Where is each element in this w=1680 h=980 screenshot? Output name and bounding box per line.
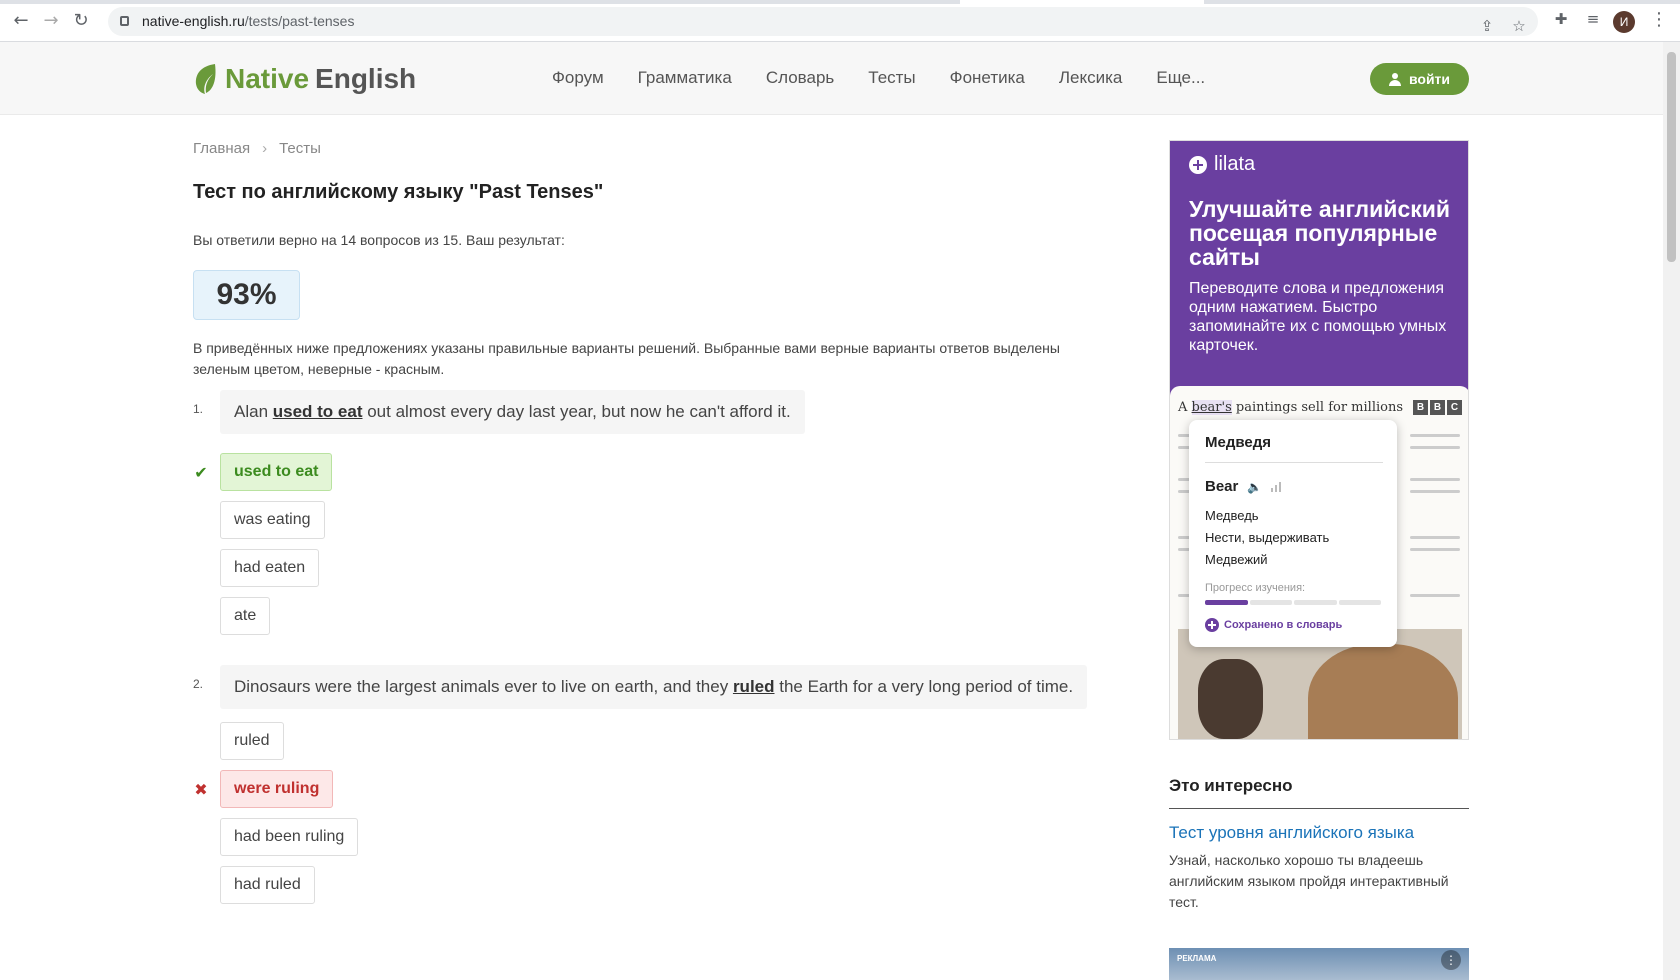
plus-circle-icon xyxy=(1205,618,1219,632)
ad-article-preview: A bear's paintings sell for millions BBC… xyxy=(1170,386,1468,739)
article-title: A bear's paintings sell for millions xyxy=(1178,400,1404,415)
question-sentence: Alan used to eat out almost every day la… xyxy=(220,390,805,434)
media-icon[interactable]: ≡ xyxy=(1582,8,1604,30)
bookmark-star-icon[interactable]: ☆ xyxy=(1508,15,1530,37)
saved-status: Сохранено в словарь xyxy=(1205,618,1342,632)
nav-vocabulary[interactable]: Лексика xyxy=(1059,68,1123,88)
progress-bar xyxy=(1205,600,1381,605)
breadcrumb-current[interactable]: Тесты xyxy=(279,140,321,157)
result-text: Вы ответили верно на 14 вопросов из 15. … xyxy=(193,232,565,248)
nav-tests[interactable]: Тесты xyxy=(868,68,915,88)
explanation-text: В приведённых ниже предложениях указаны … xyxy=(193,340,1060,377)
ad-subtext: Переводите слова и предложения одним наж… xyxy=(1189,280,1447,354)
bottom-ad[interactable]: РЕКЛАМА ⋮ xyxy=(1169,948,1469,980)
back-icon[interactable]: ← xyxy=(10,10,32,32)
bbc-logo: BBC xyxy=(1413,400,1462,415)
ad-headline: Улучшайте английский посещая популярные … xyxy=(1189,196,1451,270)
answer-option[interactable]: had eaten xyxy=(220,549,320,587)
nav-grammar[interactable]: Грамматика xyxy=(638,68,732,88)
cross-icon: ✖ xyxy=(194,780,208,799)
ad-brand: lilata xyxy=(1189,153,1255,176)
level-test-description: Узнай, насколько хорошо ты владеешь англ… xyxy=(1169,852,1449,910)
reload-icon[interactable]: ↻ xyxy=(70,10,92,32)
address-bar[interactable]: native-english.ru/tests/past-tenses ⇪ ☆ xyxy=(108,7,1538,36)
page-scrollbar[interactable] xyxy=(1663,42,1680,980)
leaf-icon xyxy=(195,64,216,94)
lock-icon xyxy=(120,16,129,26)
browser-menu-icon[interactable]: ⋮ xyxy=(1650,8,1668,30)
translation-popup: Медведя Bear 🔈 Медведь Нести, выдерживат… xyxy=(1189,420,1397,647)
answer-option-wrong[interactable]: were ruling xyxy=(220,770,334,808)
answer-option[interactable]: was eating xyxy=(220,501,325,539)
breadcrumb-separator: › xyxy=(262,140,268,157)
speaker-icon: 🔈 xyxy=(1247,480,1262,494)
popup-word: Bear xyxy=(1205,478,1239,495)
progress-label: Прогресс изучения: xyxy=(1205,582,1306,594)
nav-phonetics[interactable]: Фонетика xyxy=(950,68,1025,88)
signal-bars-icon xyxy=(1271,480,1281,492)
answer-option-correct[interactable]: used to eat xyxy=(220,453,333,491)
forward-icon[interactable]: → xyxy=(40,10,62,32)
breadcrumb-home[interactable]: Главная xyxy=(193,140,250,157)
popup-translation: Медвежий xyxy=(1205,552,1268,567)
answer-option[interactable]: ruled xyxy=(220,722,284,760)
nav-dictionary[interactable]: Словарь xyxy=(766,68,834,88)
answer-option[interactable]: had ruled xyxy=(220,866,315,904)
breadcrumb: Главная › Тесты xyxy=(193,140,321,157)
check-icon: ✔ xyxy=(194,463,208,482)
share-icon[interactable]: ⇪ xyxy=(1476,15,1498,37)
url-text: native-english.ru/tests/past-tenses xyxy=(142,13,355,29)
nav-more[interactable]: Еще... xyxy=(1156,68,1205,88)
site-logo[interactable]: Native English xyxy=(193,59,416,99)
plus-circle-icon xyxy=(1189,155,1207,174)
page-title: Тест по английскому языку "Past Tenses" xyxy=(193,181,604,203)
scrollbar-thumb[interactable] xyxy=(1667,52,1676,262)
popup-translation: Нести, выдерживать xyxy=(1205,530,1330,545)
popup-translation: Медведь xyxy=(1205,508,1259,523)
question-sentence: Dinosaurs were the largest animals ever … xyxy=(220,665,1088,709)
question-answer: ruled xyxy=(732,677,775,696)
answer-option[interactable]: ate xyxy=(220,597,271,635)
interesting-heading: Это интересно xyxy=(1169,776,1469,809)
question-answer: used to eat xyxy=(272,402,363,421)
question-number: 1. xyxy=(193,402,204,416)
nav-forum[interactable]: Форум xyxy=(552,68,604,88)
level-test-link[interactable]: Тест уровня английского языка xyxy=(1169,823,1469,843)
more-options-icon[interactable]: ⋮ xyxy=(1441,950,1461,970)
login-label: войти xyxy=(1408,71,1451,87)
logo-native-text: Native xyxy=(225,63,310,94)
logo-english-text: English xyxy=(315,63,417,94)
interesting-block: Это интересно Тест уровня английского яз… xyxy=(1169,776,1469,913)
ad-label: РЕКЛАМА xyxy=(1177,954,1217,963)
profile-avatar[interactable]: И xyxy=(1613,11,1635,33)
main-nav: Форум Грамматика Словарь Тесты Фонетика … xyxy=(552,68,1239,88)
extensions-icon[interactable]: ✚ xyxy=(1550,8,1572,30)
site-header: Native English Форум Грамматика Словарь … xyxy=(0,42,1663,115)
question-number: 2. xyxy=(193,677,204,691)
tab-strip xyxy=(0,0,1680,4)
answer-option[interactable]: had been ruling xyxy=(220,818,359,856)
login-button[interactable]: войти xyxy=(1370,63,1469,95)
score-badge: 93% xyxy=(193,270,300,320)
lilata-ad[interactable]: lilata Улучшайте английский посещая попу… xyxy=(1169,140,1469,740)
user-icon xyxy=(1388,72,1401,86)
popup-title: Медведя xyxy=(1205,434,1271,451)
browser-toolbar: ← → ↻ native-english.ru/tests/past-tense… xyxy=(0,0,1680,42)
